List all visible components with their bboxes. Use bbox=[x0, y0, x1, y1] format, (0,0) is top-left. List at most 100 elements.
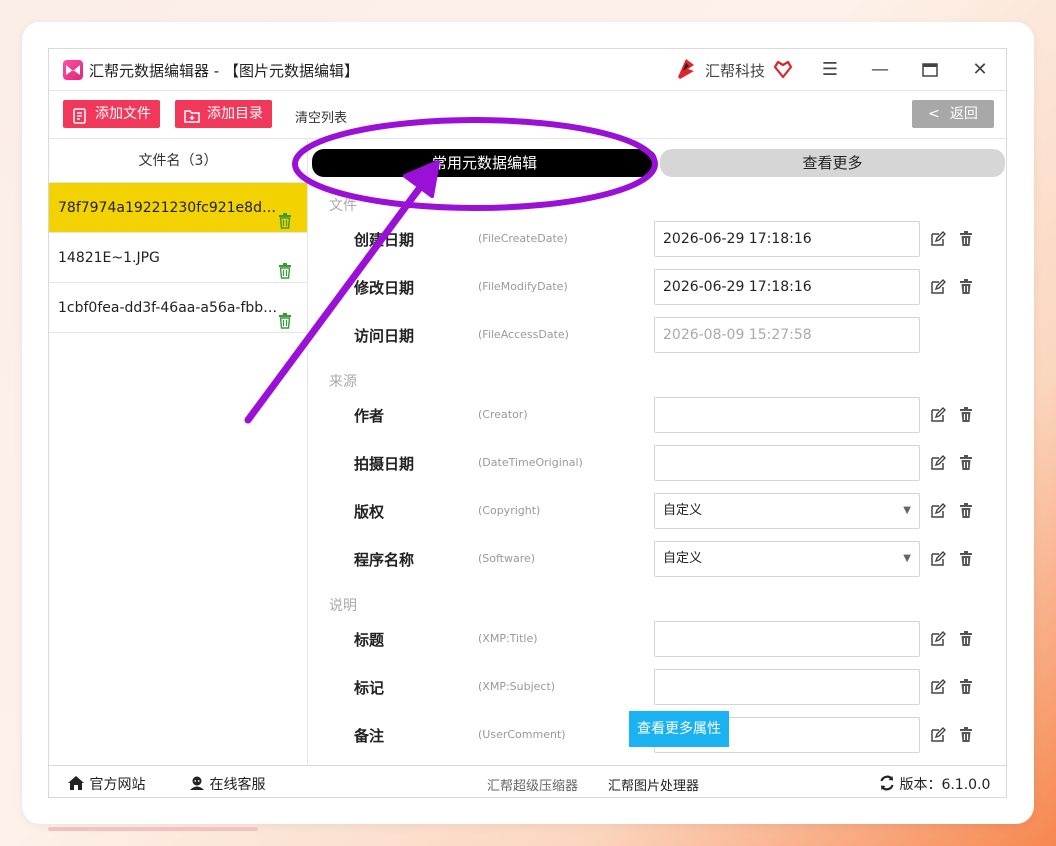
edit-icon[interactable] bbox=[930, 407, 946, 423]
minimize-icon[interactable]: — bbox=[866, 57, 894, 83]
tab-view-more[interactable]: 查看更多 bbox=[660, 149, 1005, 177]
field-row-title: 标题 (XMP:Title) bbox=[309, 617, 1006, 665]
window-title: 汇帮元数据编辑器 - 【图片元数据编辑】 bbox=[89, 62, 359, 80]
add-file-button[interactable]: 添加文件 bbox=[63, 100, 160, 128]
subject-input[interactable] bbox=[654, 669, 920, 705]
field-label: 程序名称 bbox=[354, 551, 415, 569]
modify-date-input[interactable]: 2026-06-29 17:18:16 bbox=[654, 269, 920, 305]
trash-icon[interactable] bbox=[959, 727, 973, 743]
support-link[interactable]: 在线客服 bbox=[189, 774, 265, 794]
access-date-input[interactable]: 2026-08-09 15:27:58 bbox=[654, 317, 920, 353]
trash-icon[interactable] bbox=[959, 231, 973, 247]
diamond-heart-icon[interactable] bbox=[773, 59, 793, 79]
edit-icon[interactable] bbox=[930, 631, 946, 647]
select-value: 自定义 bbox=[663, 503, 703, 518]
tab-common-metadata[interactable]: 常用元数据编辑 bbox=[312, 149, 657, 177]
title-bar: 汇帮元数据编辑器 - 【图片元数据编辑】 汇帮科技 ☰ — ✕ bbox=[49, 49, 1006, 91]
website-link[interactable]: 官方网站 bbox=[67, 774, 145, 794]
field-key: (Copyright) bbox=[478, 504, 541, 517]
field-label: 版权 bbox=[354, 503, 385, 521]
software-select[interactable]: 自定义 ▼ bbox=[654, 541, 920, 577]
file-name: 1cbf0fea-dd3f-46aa-a56a-fbb5... bbox=[58, 300, 278, 316]
decorative-bar bbox=[48, 827, 258, 831]
compressor-link[interactable]: 汇帮超级压缩器 bbox=[487, 775, 578, 794]
dropdown-caret-icon: ▼ bbox=[903, 553, 911, 564]
edit-icon[interactable] bbox=[930, 551, 946, 567]
status-bar: 官方网站 在线客服 汇帮超级压缩器 汇帮图片处理器 版本：6.1.0.0 bbox=[49, 765, 1006, 797]
website-label: 官方网站 bbox=[89, 777, 146, 793]
date-original-input[interactable] bbox=[654, 445, 920, 481]
field-key: (FileAccessDate) bbox=[478, 328, 569, 341]
edit-icon[interactable] bbox=[930, 231, 946, 247]
trash-icon[interactable] bbox=[959, 503, 973, 519]
close-icon[interactable]: ✕ bbox=[966, 57, 994, 83]
create-date-input[interactable]: 2026-06-29 17:18:16 bbox=[654, 221, 920, 257]
trash-icon[interactable] bbox=[959, 631, 973, 647]
version-number: 6.1.0.0 bbox=[941, 777, 991, 793]
back-label: 返回 bbox=[949, 106, 978, 122]
field-key: (Software) bbox=[478, 552, 536, 565]
select-value: 自定义 bbox=[663, 551, 703, 566]
clear-list-button[interactable]: 清空列表 bbox=[295, 107, 347, 126]
image-processor-link[interactable]: 汇帮图片处理器 bbox=[608, 775, 699, 794]
toolbar: 添加文件 添加目录 清空列表 < 返回 bbox=[49, 91, 1006, 139]
file-name: 78f7974a19221230fc921e8d6e58... bbox=[58, 200, 278, 216]
dropdown-caret-icon: ▼ bbox=[903, 505, 911, 516]
file-list-header: 文件名（3） bbox=[49, 139, 307, 183]
edit-icon[interactable] bbox=[930, 679, 946, 695]
app-window: 汇帮元数据编辑器 - 【图片元数据编辑】 汇帮科技 ☰ — ✕ 添加文件 添加目… bbox=[48, 48, 1007, 798]
copyright-select[interactable]: 自定义 ▼ bbox=[654, 493, 920, 529]
file-name: 14821E~1.JPG bbox=[58, 250, 160, 266]
field-row-creator: 作者 (Creator) bbox=[309, 393, 1006, 441]
trash-icon[interactable] bbox=[959, 279, 973, 295]
trash-icon[interactable] bbox=[278, 300, 292, 329]
file-list-item[interactable]: 78f7974a19221230fc921e8d6e58... bbox=[49, 183, 307, 233]
title-input[interactable] bbox=[654, 621, 920, 657]
customer-service-icon bbox=[190, 776, 204, 790]
field-row-subject: 标记 (XMP:Subject) bbox=[309, 665, 1006, 713]
refresh-icon[interactable] bbox=[879, 775, 895, 791]
field-label: 拍摄日期 bbox=[354, 455, 415, 473]
section-source: 来源 bbox=[329, 374, 357, 390]
version-label: 版本： bbox=[899, 777, 942, 793]
field-key: (UserComment) bbox=[478, 728, 566, 741]
field-row-access-date: 访问日期 (FileAccessDate) 2026-08-09 15:27:5… bbox=[309, 313, 1006, 361]
trash-icon[interactable] bbox=[959, 551, 973, 567]
file-add-icon bbox=[72, 106, 88, 124]
edit-icon[interactable] bbox=[930, 455, 946, 471]
menu-icon[interactable]: ☰ bbox=[816, 57, 844, 83]
brand-logo-icon bbox=[674, 57, 698, 81]
field-label: 修改日期 bbox=[354, 279, 415, 297]
field-row-copyright: 版权 (Copyright) 自定义 ▼ bbox=[309, 489, 1006, 537]
field-row-date-original: 拍摄日期 (DateTimeOriginal) bbox=[309, 441, 1006, 489]
edit-icon[interactable] bbox=[930, 279, 946, 295]
app-logo-icon bbox=[63, 60, 83, 80]
field-label: 备注 bbox=[354, 727, 385, 745]
trash-icon[interactable] bbox=[278, 200, 292, 229]
trash-icon[interactable] bbox=[959, 679, 973, 695]
section-description: 说明 bbox=[329, 598, 357, 614]
add-folder-label: 添加目录 bbox=[207, 106, 263, 122]
version-info: 版本：6.1.0.0 bbox=[879, 774, 990, 794]
trash-icon[interactable] bbox=[959, 407, 973, 423]
file-list-item[interactable]: 14821E~1.JPG bbox=[49, 233, 307, 283]
maximize-icon[interactable] bbox=[916, 57, 944, 83]
field-row-create-date: 创建日期 (FileCreateDate) 2026-06-29 17:18:1… bbox=[309, 217, 1006, 265]
add-folder-button[interactable]: 添加目录 bbox=[175, 100, 272, 128]
trash-icon[interactable] bbox=[278, 250, 292, 279]
support-label: 在线客服 bbox=[209, 777, 266, 793]
brand-name: 汇帮科技 bbox=[705, 62, 766, 80]
field-row-software: 程序名称 (Software) 自定义 ▼ bbox=[309, 537, 1006, 585]
edit-icon[interactable] bbox=[930, 503, 946, 519]
file-list-panel: 文件名（3） 78f7974a19221230fc921e8d6e58... 1… bbox=[49, 139, 308, 765]
home-icon bbox=[68, 776, 84, 790]
creator-input[interactable] bbox=[654, 397, 920, 433]
folder-add-icon bbox=[184, 106, 200, 123]
file-list-item[interactable]: 1cbf0fea-dd3f-46aa-a56a-fbb5... bbox=[49, 283, 307, 333]
trash-icon[interactable] bbox=[959, 455, 973, 471]
edit-icon[interactable] bbox=[930, 727, 946, 743]
field-key: (DateTimeOriginal) bbox=[478, 456, 583, 469]
back-button[interactable]: < 返回 bbox=[912, 100, 994, 128]
field-key: (FileModifyDate) bbox=[478, 280, 568, 293]
view-more-attributes-button[interactable]: 查看更多属性 bbox=[629, 711, 729, 747]
